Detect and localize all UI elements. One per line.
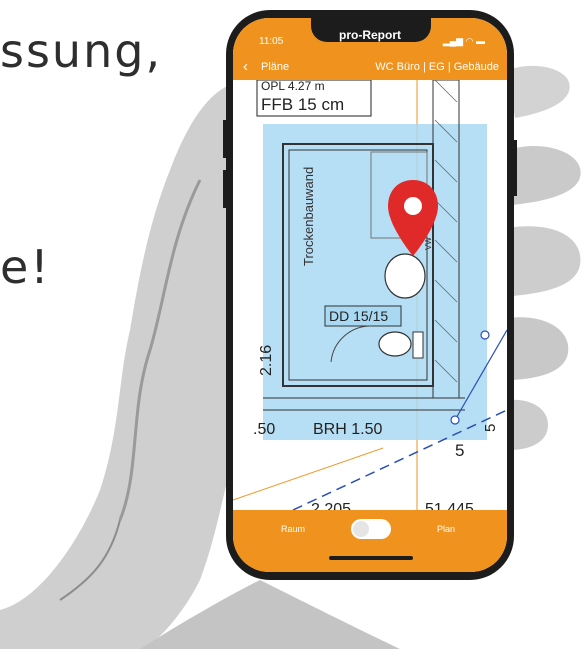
sink (384, 253, 426, 299)
status-bar: pro-Report 11:05 ▂▄▆ ◠ ▬ (233, 18, 507, 56)
volume-button-2 (223, 170, 226, 208)
nav-bar: ‹ Pläne WC Büro | EG | Gebäude (233, 56, 507, 80)
ffb-label: FFB 15 cm (261, 95, 344, 114)
bottom-bar: Raum Plan (233, 510, 507, 572)
phone-screen: pro-Report 11:05 ▂▄▆ ◠ ▬ ‹ Pläne WC Büro… (233, 18, 507, 572)
brh-label: BRH 1.50 (313, 421, 382, 438)
bottom-right-dim-label: 51.445 (425, 501, 474, 510)
bottom-left-dim-label: 2.205 (311, 501, 351, 510)
toggle-knob (353, 521, 369, 537)
tab-plan[interactable]: Plan (437, 524, 455, 534)
back-chevron-icon[interactable]: ‹ (243, 58, 248, 75)
volume-button (223, 120, 226, 158)
floor-plan-view[interactable]: OPL 4.27 m FFB 15 cm Trockenbauwand VW D… (233, 80, 507, 510)
toilet (378, 331, 412, 357)
breadcrumb: WC Büro | EG | Gebäude (375, 61, 499, 73)
guide-line-2 (233, 447, 384, 501)
power-button (514, 140, 517, 196)
app-title: pro-Report (339, 28, 401, 42)
top-partial-label: OPL 4.27 m (261, 80, 325, 93)
home-indicator (329, 556, 413, 560)
ceiling-opening-label: DD 15/15 (329, 308, 388, 324)
dim-5-fraction-label: 5 (455, 441, 464, 460)
dim-left-label: 2.16 (258, 345, 275, 376)
back-button[interactable]: Pläne (261, 61, 289, 73)
wall-label: Trockenbauwand (301, 167, 316, 266)
floor-plan-drawing: OPL 4.27 m FFB 15 cm Trockenbauwand VW D… (233, 80, 507, 510)
view-toggle[interactable] (351, 519, 391, 539)
brh-left-label: .50 (253, 421, 275, 438)
dim-right-label: 5 (482, 424, 499, 432)
room-highlight[interactable] (263, 124, 487, 440)
tab-raum[interactable]: Raum (281, 524, 305, 534)
